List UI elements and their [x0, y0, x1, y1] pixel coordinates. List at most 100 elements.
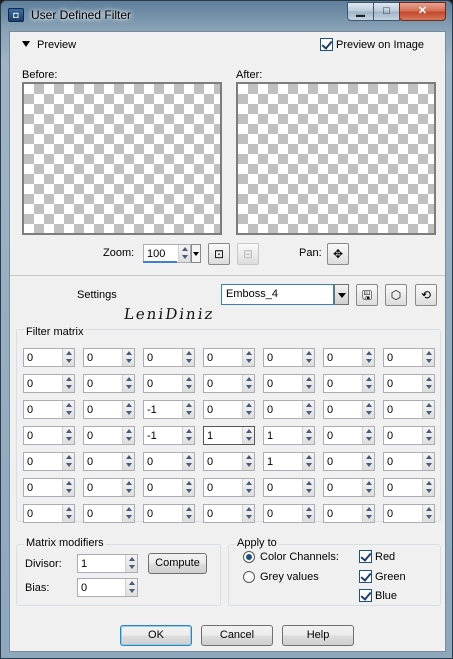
matrix-cell-spin-arrows[interactable] — [62, 427, 74, 444]
matrix-cell-spin-arrows[interactable] — [422, 349, 434, 366]
settings-preset-dropdown[interactable]: Emboss_4 — [221, 284, 334, 305]
matrix-cell-value[interactable]: 0 — [147, 482, 153, 494]
matrix-cell-spin-arrows[interactable] — [362, 401, 374, 418]
matrix-cell-value[interactable]: 0 — [387, 508, 393, 520]
matrix-cell-r6-c1[interactable]: 0 — [23, 478, 75, 497]
matrix-cell-value[interactable]: 0 — [387, 456, 393, 468]
matrix-cell-value[interactable]: 0 — [27, 482, 33, 494]
matrix-cell-spin-arrows[interactable] — [182, 479, 194, 496]
matrix-cell-value[interactable]: 0 — [207, 508, 213, 520]
matrix-cell-r3-c2[interactable]: 0 — [83, 400, 135, 419]
matrix-cell-spin-arrows[interactable] — [182, 427, 194, 444]
matrix-cell-spin-arrows[interactable] — [182, 505, 194, 522]
divisor-spin-arrows[interactable] — [125, 555, 137, 572]
matrix-cell-r1-c1[interactable]: 0 — [23, 348, 75, 367]
minimize-button[interactable]: ▁ — [347, 2, 374, 21]
randomize-icon[interactable]: ⟲ — [415, 284, 437, 306]
matrix-cell-value[interactable]: 0 — [267, 404, 273, 416]
divisor-spinbox[interactable]: 1 — [77, 554, 138, 573]
matrix-cell-value[interactable]: 0 — [327, 378, 333, 390]
matrix-cell-r5-c5[interactable]: 1 — [263, 452, 315, 471]
pan-move-icon[interactable]: ✥ — [327, 243, 349, 265]
matrix-cell-spin-arrows[interactable] — [302, 453, 314, 470]
matrix-cell-r2-c3[interactable]: 0 — [143, 374, 195, 393]
matrix-cell-spin-arrows[interactable] — [62, 479, 74, 496]
matrix-cell-spin-arrows[interactable] — [242, 349, 254, 366]
before-preview-pane[interactable] — [22, 82, 222, 235]
matrix-cell-spin-arrows[interactable] — [362, 427, 374, 444]
matrix-cell-value[interactable]: 0 — [267, 482, 273, 494]
matrix-cell-r1-c5[interactable]: 0 — [263, 348, 315, 367]
save-preset-icon[interactable]: 🖫 — [356, 284, 378, 306]
settings-preset-value[interactable]: Emboss_4 — [226, 288, 278, 300]
divisor-value[interactable]: 1 — [81, 558, 87, 570]
matrix-cell-r1-c4[interactable]: 0 — [203, 348, 255, 367]
bias-value[interactable]: 0 — [81, 582, 87, 594]
matrix-cell-spin-arrows[interactable] — [182, 349, 194, 366]
grey-values-radio[interactable] — [243, 571, 255, 583]
matrix-cell-spin-arrows[interactable] — [62, 349, 74, 366]
matrix-cell-r6-c4[interactable]: 0 — [203, 478, 255, 497]
matrix-cell-value[interactable]: 0 — [87, 378, 93, 390]
matrix-cell-spin-arrows[interactable] — [242, 479, 254, 496]
matrix-cell-value[interactable]: 0 — [207, 378, 213, 390]
matrix-cell-value[interactable]: 0 — [87, 404, 93, 416]
matrix-cell-r4-c2[interactable]: 0 — [83, 426, 135, 445]
matrix-cell-r1-c2[interactable]: 0 — [83, 348, 135, 367]
preview-toggle-label[interactable]: Preview — [37, 39, 76, 51]
title-bar[interactable]: ◘ User Defined Filter ▁ □ ✕ — [1, 1, 452, 29]
matrix-cell-spin-arrows[interactable] — [422, 505, 434, 522]
blue-label[interactable]: Blue — [375, 590, 397, 602]
matrix-cell-value[interactable]: 1 — [267, 456, 273, 468]
matrix-cell-spin-arrows[interactable] — [122, 453, 134, 470]
matrix-cell-spin-arrows[interactable] — [422, 453, 434, 470]
color-channels-label[interactable]: Color Channels: — [260, 551, 339, 563]
matrix-cell-value[interactable]: 0 — [87, 456, 93, 468]
matrix-cell-spin-arrows[interactable] — [242, 375, 254, 392]
red-checkbox[interactable] — [359, 550, 372, 563]
matrix-cell-spin-arrows[interactable] — [62, 453, 74, 470]
matrix-cell-spin-arrows[interactable] — [242, 453, 254, 470]
matrix-cell-spin-arrows[interactable] — [122, 349, 134, 366]
matrix-cell-spin-arrows[interactable] — [422, 375, 434, 392]
matrix-cell-r1-c7[interactable]: 0 — [383, 348, 435, 367]
matrix-cell-r6-c5[interactable]: 0 — [263, 478, 315, 497]
matrix-cell-r7-c6[interactable]: 0 — [323, 504, 375, 523]
preview-on-image-checkbox[interactable] — [320, 38, 333, 51]
matrix-cell-spin-arrows[interactable] — [362, 505, 374, 522]
matrix-cell-r2-c5[interactable]: 0 — [263, 374, 315, 393]
matrix-cell-spin-arrows[interactable] — [362, 453, 374, 470]
matrix-cell-r7-c2[interactable]: 0 — [83, 504, 135, 523]
green-checkbox[interactable] — [359, 570, 372, 583]
matrix-cell-r7-c3[interactable]: 0 — [143, 504, 195, 523]
matrix-cell-value[interactable]: 0 — [207, 404, 213, 416]
matrix-cell-spin-arrows[interactable] — [422, 427, 434, 444]
blue-checkbox[interactable] — [359, 589, 372, 602]
matrix-cell-r1-c3[interactable]: 0 — [143, 348, 195, 367]
matrix-cell-spin-arrows[interactable] — [302, 505, 314, 522]
matrix-cell-value[interactable]: 0 — [87, 482, 93, 494]
matrix-cell-value[interactable]: 0 — [27, 352, 33, 364]
matrix-cell-r6-c6[interactable]: 0 — [323, 478, 375, 497]
matrix-cell-value[interactable]: 0 — [27, 404, 33, 416]
matrix-cell-spin-arrows[interactable] — [302, 349, 314, 366]
matrix-cell-value[interactable]: 0 — [87, 508, 93, 520]
matrix-cell-spin-arrows[interactable] — [242, 505, 254, 522]
zoom-dropdown-button[interactable] — [191, 244, 201, 263]
matrix-cell-value[interactable]: 0 — [207, 482, 213, 494]
matrix-cell-spin-arrows[interactable] — [362, 349, 374, 366]
matrix-cell-value[interactable]: 0 — [87, 352, 93, 364]
zoom-value[interactable]: 100 — [147, 248, 165, 260]
matrix-cell-value[interactable]: 1 — [207, 430, 213, 442]
matrix-cell-r2-c1[interactable]: 0 — [23, 374, 75, 393]
matrix-cell-r7-c4[interactable]: 0 — [203, 504, 255, 523]
matrix-cell-value[interactable]: 0 — [147, 508, 153, 520]
matrix-cell-value[interactable]: 0 — [27, 508, 33, 520]
matrix-cell-r3-c6[interactable]: 0 — [323, 400, 375, 419]
matrix-cell-r7-c7[interactable]: 0 — [383, 504, 435, 523]
matrix-cell-value[interactable]: 0 — [87, 430, 93, 442]
settings-dropdown-arrow[interactable] — [334, 284, 349, 305]
matrix-cell-spin-arrows[interactable] — [62, 401, 74, 418]
matrix-cell-spin-arrows[interactable] — [422, 479, 434, 496]
cancel-button[interactable]: Cancel — [201, 625, 273, 646]
